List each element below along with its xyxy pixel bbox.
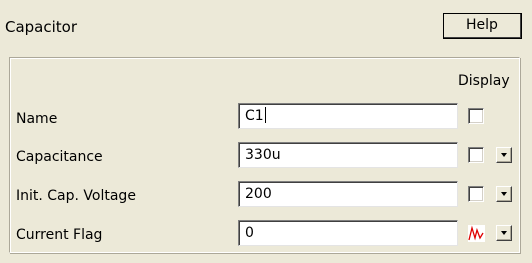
current-flag-label: Current Flag — [16, 227, 103, 243]
help-button[interactable]: Help — [443, 13, 522, 39]
name-field-value: C1 — [245, 108, 264, 124]
name-label: Name — [16, 111, 58, 127]
init-cap-voltage-display-checkbox[interactable] — [468, 186, 484, 202]
current-flag-dropdown-button[interactable] — [496, 225, 512, 241]
init-cap-voltage-label: Init. Cap. Voltage — [16, 188, 136, 204]
waveform-glyph — [468, 225, 484, 241]
capacitance-label: Capacitance — [16, 149, 103, 165]
name-field[interactable]: C1 — [238, 103, 458, 129]
capacitance-field-value: 330u — [245, 147, 281, 163]
current-flag-field[interactable]: 0 — [238, 220, 458, 246]
chevron-down-icon — [501, 192, 507, 196]
capacitance-dropdown-button[interactable] — [496, 147, 512, 163]
name-display-checkbox[interactable] — [468, 108, 484, 124]
text-caret — [264, 107, 266, 123]
init-cap-voltage-dropdown-button[interactable] — [496, 186, 512, 202]
init-cap-voltage-field-value: 200 — [245, 186, 272, 202]
dialog-title: Capacitor — [5, 18, 78, 36]
current-flag-field-value: 0 — [245, 225, 254, 241]
chevron-down-icon — [501, 231, 507, 235]
capacitance-display-checkbox[interactable] — [468, 147, 484, 163]
capacitance-field[interactable]: 330u — [238, 142, 458, 168]
chevron-down-icon — [501, 153, 507, 157]
init-cap-voltage-field[interactable]: 200 — [238, 181, 458, 207]
display-column-header: Display — [458, 73, 510, 89]
waveform-icon[interactable] — [468, 225, 485, 242]
